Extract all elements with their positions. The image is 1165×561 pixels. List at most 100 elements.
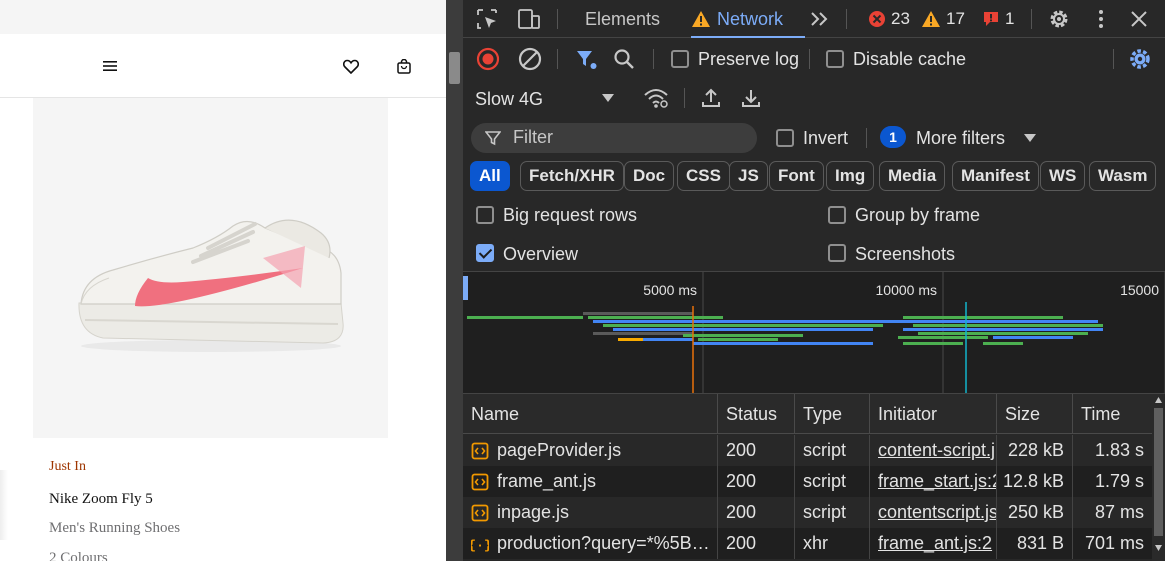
close-devtools-icon[interactable] — [1127, 8, 1151, 30]
more-tabs-chevron-icon[interactable] — [808, 8, 832, 30]
type-chip-css[interactable]: CSS — [677, 161, 730, 191]
scroll-up-arrow-icon[interactable] — [1154, 396, 1163, 404]
menu-icon[interactable] — [99, 55, 121, 77]
table-scrollbar-thumb[interactable] — [1154, 408, 1163, 536]
cell-time: 1.79 s — [1073, 466, 1152, 497]
network-toolbar-secondary: Slow 4G — [463, 79, 1165, 117]
tab-network[interactable]: Network — [691, 0, 805, 38]
more-filters-button[interactable]: More filters — [916, 128, 1005, 149]
devtools-tabbar: Elements Network 23 17 1 — [463, 0, 1165, 38]
preserve-log-label[interactable]: Preserve log — [698, 49, 799, 70]
cell-type: script — [795, 435, 870, 466]
type-chip-fetch-xhr[interactable]: Fetch/XHR — [520, 161, 624, 191]
network-conditions-wifi-icon[interactable] — [643, 85, 669, 111]
type-chip-img[interactable]: Img — [826, 161, 875, 191]
name-text: inpage.js — [497, 502, 570, 522]
table-row[interactable]: {·} production?query=*%5B… 200 xhr frame_ant… — [463, 528, 1152, 559]
overview-checkbox[interactable] — [476, 244, 494, 262]
cell-initiator[interactable]: frame_ant.js:2 — [870, 528, 997, 559]
type-chip-font[interactable]: Font — [769, 161, 824, 191]
shopping-bag-icon[interactable] — [393, 55, 415, 77]
cell-type: script — [795, 497, 870, 528]
cell-name[interactable]: {·} production?query=*%5B… — [463, 528, 718, 559]
stop-recording-icon[interactable] — [475, 46, 501, 72]
network-toolbar: Preserve log Disable cache — [463, 40, 1165, 78]
column-header-name[interactable]: Name — [463, 394, 718, 434]
cell-type: script — [795, 466, 870, 497]
error-counter[interactable]: 23 — [868, 9, 910, 29]
big-request-rows-checkbox[interactable] — [476, 206, 494, 224]
table-row[interactable]: pageProvider.js 200 script content-script.j… — [463, 435, 1152, 466]
type-chip-media[interactable]: Media — [879, 161, 946, 191]
cell-name[interactable]: frame_ant.js — [463, 466, 718, 497]
filter-funnel-icon[interactable] — [573, 46, 599, 72]
network-overview-timeline[interactable]: 5000 ms 10000 ms 15000 — [463, 272, 1165, 394]
site-header — [0, 34, 446, 98]
column-header-initiator[interactable]: Initiator — [870, 394, 997, 434]
cell-initiator[interactable]: contentscript.js — [870, 497, 997, 528]
network-settings-gear-icon[interactable] — [1127, 46, 1153, 72]
disable-cache-label[interactable]: Disable cache — [853, 49, 966, 70]
type-chip-doc[interactable]: Doc — [624, 161, 675, 191]
column-header-status[interactable]: Status — [718, 394, 795, 434]
throttling-select[interactable]: Slow 4G — [475, 89, 543, 110]
tab-separator — [557, 9, 558, 29]
scroll-down-arrow-icon[interactable] — [1154, 544, 1163, 552]
name-text: pageProvider.js — [497, 440, 622, 460]
favorites-heart-icon[interactable] — [340, 55, 362, 77]
search-icon[interactable] — [611, 46, 637, 72]
screenshots-checkbox[interactable] — [828, 244, 846, 262]
status-text: 200 — [726, 533, 757, 553]
page-scrollbar[interactable] — [446, 0, 463, 561]
group-by-frame-checkbox[interactable] — [828, 206, 846, 224]
group-by-frame-label[interactable]: Group by frame — [855, 205, 980, 226]
preserve-log-checkbox[interactable] — [671, 50, 689, 68]
type-chip-wasm[interactable]: Wasm — [1089, 161, 1157, 191]
settings-gear-icon[interactable] — [1047, 8, 1071, 30]
product-image[interactable] — [33, 98, 388, 438]
screenshots-label[interactable]: Screenshots — [855, 244, 955, 265]
inspect-element-icon[interactable] — [475, 8, 499, 30]
column-header-size[interactable]: Size — [997, 394, 1073, 434]
table-scrollbar[interactable] — [1152, 394, 1165, 561]
column-header-time[interactable]: Time — [1073, 394, 1152, 434]
cell-name[interactable]: pageProvider.js — [463, 435, 718, 466]
type-chip-js[interactable]: JS — [729, 161, 768, 191]
cell-initiator[interactable]: content-script.j — [870, 435, 997, 466]
clear-log-icon[interactable] — [517, 46, 543, 72]
tab-separator — [846, 9, 847, 29]
toolbar-separator — [557, 49, 558, 69]
table-row[interactable]: frame_ant.js 200 script frame_start.js:2 12.… — [463, 466, 1152, 497]
more-filters-dropdown-icon[interactable] — [1017, 125, 1043, 151]
export-har-download-icon[interactable] — [738, 85, 764, 111]
error-count: 23 — [891, 9, 910, 28]
overview-tick-10000: 10000 ms — [876, 282, 937, 298]
import-har-upload-icon[interactable] — [698, 85, 724, 111]
invert-label[interactable]: Invert — [803, 128, 848, 149]
issues-counter[interactable]: 1 — [982, 9, 1014, 29]
issue-flag-icon — [984, 12, 998, 26]
disable-cache-checkbox[interactable] — [826, 50, 844, 68]
cell-time: 1.83 s — [1073, 435, 1152, 466]
device-toolbar-icon[interactable] — [517, 8, 541, 30]
tab-separator — [1031, 9, 1032, 29]
page-scrollbar-thumb[interactable] — [449, 52, 460, 84]
column-header-type[interactable]: Type — [795, 394, 870, 434]
warning-counter[interactable]: 17 — [921, 9, 965, 29]
product-title[interactable]: Nike Zoom Fly 5 — [49, 491, 153, 508]
type-chip-manifest[interactable]: Manifest — [952, 161, 1039, 191]
invert-checkbox[interactable] — [776, 129, 794, 147]
time-text: 87 ms — [1094, 502, 1144, 522]
overview-label[interactable]: Overview — [503, 244, 578, 265]
filter-input[interactable]: Filter — [471, 123, 757, 153]
dropdown-arrow-icon[interactable] — [595, 85, 621, 111]
tab-elements[interactable]: Elements — [585, 0, 660, 38]
type-chip-ws[interactable]: WS — [1040, 161, 1086, 191]
more-options-icon[interactable] — [1089, 8, 1113, 30]
type-chip-all[interactable]: All — [470, 161, 510, 191]
size-text: 831 B — [1016, 533, 1064, 553]
cell-initiator[interactable]: frame_start.js:2 — [870, 466, 997, 497]
big-request-rows-label[interactable]: Big request rows — [503, 205, 637, 226]
table-row[interactable]: inpage.js 200 script contentscript.js 250 kB… — [463, 497, 1152, 528]
cell-name[interactable]: inpage.js — [463, 497, 718, 528]
